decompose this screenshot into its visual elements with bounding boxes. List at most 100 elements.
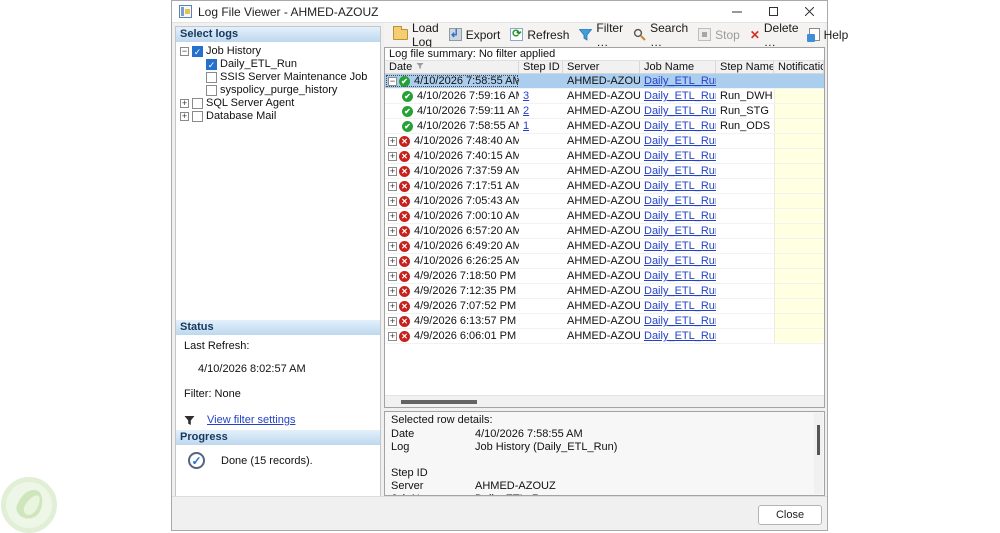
table-row[interactable]: + ✕ 4/9/2026 7:12:35 PM AHMED-AZOUZ Daily_ET… bbox=[385, 284, 824, 299]
job-name-link[interactable]: Daily_ETL_Run bbox=[644, 75, 716, 87]
expand-row-icon[interactable]: + bbox=[388, 196, 397, 206]
expand-icon[interactable]: + bbox=[180, 111, 189, 121]
table-row[interactable]: + ✕ 4/10/2026 6:49:20 AM AHMED-AZOUZ Daily_E… bbox=[385, 239, 824, 254]
close-button[interactable]: Close bbox=[758, 505, 822, 525]
date-cell[interactable]: + ✕ 4/10/2026 7:00:10 AM bbox=[385, 209, 519, 223]
table-row[interactable]: ✔ 4/10/2026 7:58:55 AM 1 AHMED-AZOUZ Daily_E… bbox=[385, 119, 824, 134]
tree-item-job-history[interactable]: − ✓ Job History bbox=[178, 45, 380, 57]
tree-item-database-mail[interactable]: + Database Mail bbox=[178, 110, 380, 122]
expand-row-icon[interactable]: + bbox=[388, 331, 397, 341]
job-name-link[interactable]: Daily_ETL_Run bbox=[644, 120, 716, 132]
date-cell[interactable]: + ✕ 4/9/2026 6:06:01 PM bbox=[385, 329, 519, 343]
table-row[interactable]: + ✕ 4/10/2026 7:17:51 AM AHMED-AZOUZ Daily_E… bbox=[385, 179, 824, 194]
date-cell[interactable]: + ✕ 4/10/2026 6:26:25 AM bbox=[385, 254, 519, 268]
job-name-link[interactable]: Daily_ETL_Run bbox=[644, 270, 716, 282]
column-header-step-name[interactable]: Step Name bbox=[716, 61, 774, 73]
checkbox[interactable]: ✓ bbox=[206, 58, 217, 70]
table-row[interactable]: + ✕ 4/9/2026 7:07:52 PM AHMED-AZOUZ Daily_ET… bbox=[385, 299, 824, 314]
view-filter-settings-link[interactable]: View filter settings bbox=[207, 414, 295, 426]
expand-row-icon[interactable]: + bbox=[388, 241, 397, 251]
checkbox[interactable] bbox=[206, 71, 217, 83]
date-cell[interactable]: − ✔ 4/10/2026 7:58:55 AM bbox=[385, 74, 519, 88]
filter-button[interactable]: Filter … bbox=[574, 19, 628, 51]
job-name-link[interactable]: Daily_ETL_Run bbox=[644, 150, 716, 162]
job-name-link[interactable]: Daily_ETL_Run bbox=[644, 225, 716, 237]
job-name-link[interactable]: Daily_ETL_Run bbox=[644, 105, 716, 117]
step-id-link[interactable]: 2 bbox=[523, 105, 529, 117]
date-cell[interactable]: + ✕ 4/10/2026 6:57:20 AM bbox=[385, 224, 519, 238]
column-header-notifications[interactable]: Notifications bbox=[774, 61, 824, 73]
delete-button[interactable]: ✕ Delete … bbox=[745, 19, 804, 51]
horizontal-scrollbar[interactable] bbox=[385, 395, 824, 407]
column-header-step-id[interactable]: Step ID bbox=[519, 61, 563, 73]
date-cell[interactable]: + ✕ 4/9/2026 7:07:52 PM bbox=[385, 299, 519, 313]
job-name-link[interactable]: Daily_ETL_Run bbox=[644, 195, 716, 207]
date-cell[interactable]: + ✕ 4/9/2026 6:13:57 PM bbox=[385, 314, 519, 328]
table-row[interactable]: + ✕ 4/10/2026 6:26:25 AM AHMED-AZOUZ Daily_E… bbox=[385, 254, 824, 269]
expand-icon[interactable]: + bbox=[180, 98, 189, 108]
table-row[interactable]: − ✔ 4/10/2026 7:58:55 AM AHMED-AZOUZ Daily_E… bbox=[385, 74, 824, 89]
expand-row-icon[interactable]: + bbox=[388, 316, 397, 326]
checkbox[interactable] bbox=[192, 97, 203, 109]
collapse-icon[interactable]: − bbox=[180, 46, 189, 56]
column-header-server[interactable]: Server bbox=[563, 61, 640, 73]
date-cell[interactable]: ✔ 4/10/2026 7:59:11 AM bbox=[385, 104, 519, 118]
date-cell[interactable]: ✔ 4/10/2026 7:59:16 AM bbox=[385, 89, 519, 103]
job-name-link[interactable]: Daily_ETL_Run bbox=[644, 285, 716, 297]
job-name-link[interactable]: Daily_ETL_Run bbox=[644, 210, 716, 222]
step-id-link[interactable]: 3 bbox=[523, 90, 529, 102]
checkbox[interactable] bbox=[192, 110, 203, 122]
tree-item-sql-server-agent[interactable]: + SQL Server Agent bbox=[178, 97, 380, 109]
table-row[interactable]: + ✕ 4/10/2026 7:40:15 AM AHMED-AZOUZ Daily_E… bbox=[385, 149, 824, 164]
job-name-link[interactable]: Daily_ETL_Run bbox=[644, 315, 716, 327]
tree-item-syspolicy-purge-history[interactable]: syspolicy_purge_history bbox=[178, 84, 380, 96]
expand-row-icon[interactable]: + bbox=[388, 301, 397, 311]
table-row[interactable]: ✔ 4/10/2026 7:59:11 AM 2 AHMED-AZOUZ Daily_E… bbox=[385, 104, 824, 119]
date-cell[interactable]: + ✕ 4/10/2026 6:49:20 AM bbox=[385, 239, 519, 253]
horizontal-scrollbar-thumb[interactable] bbox=[401, 400, 477, 404]
job-name-link[interactable]: Daily_ETL_Run bbox=[644, 300, 716, 312]
refresh-button[interactable]: ⟳ Refresh bbox=[505, 26, 574, 44]
tree-item-ssis-server-maintenance-job[interactable]: SSIS Server Maintenance Job bbox=[178, 71, 380, 83]
search-button[interactable]: Search … bbox=[628, 19, 693, 51]
job-name-link[interactable]: Daily_ETL_Run bbox=[644, 135, 716, 147]
table-row[interactable]: + ✕ 4/9/2026 6:06:01 PM AHMED-AZOUZ Daily_ET… bbox=[385, 329, 824, 344]
table-row[interactable]: + ✕ 4/10/2026 7:37:59 AM AHMED-AZOUZ Daily_E… bbox=[385, 164, 824, 179]
details-vertical-scrollbar[interactable] bbox=[814, 413, 823, 494]
expand-row-icon[interactable]: + bbox=[388, 211, 397, 221]
checkbox[interactable]: ✓ bbox=[192, 45, 203, 57]
expand-row-icon[interactable]: + bbox=[388, 166, 397, 176]
step-id-link[interactable]: 1 bbox=[523, 120, 529, 132]
job-name-link[interactable]: Daily_ETL_Run bbox=[644, 165, 716, 177]
table-row[interactable]: + ✕ 4/10/2026 6:57:20 AM AHMED-AZOUZ Daily_E… bbox=[385, 224, 824, 239]
collapse-row-icon[interactable]: − bbox=[388, 76, 397, 86]
table-row[interactable]: + ✕ 4/10/2026 7:48:40 AM AHMED-AZOUZ Daily_E… bbox=[385, 134, 824, 149]
tree-item-daily-etl-run[interactable]: ✓ Daily_ETL_Run bbox=[178, 58, 380, 70]
date-cell[interactable]: + ✕ 4/10/2026 7:37:59 AM bbox=[385, 164, 519, 178]
column-header-date[interactable]: Date bbox=[385, 61, 519, 73]
job-name-link[interactable]: Daily_ETL_Run bbox=[644, 180, 716, 192]
expand-row-icon[interactable]: + bbox=[388, 286, 397, 296]
table-row[interactable]: + ✕ 4/9/2026 7:18:50 PM AHMED-AZOUZ Daily_ET… bbox=[385, 269, 824, 284]
expand-row-icon[interactable]: + bbox=[388, 181, 397, 191]
date-cell[interactable]: + ✕ 4/10/2026 7:40:15 AM bbox=[385, 149, 519, 163]
date-cell[interactable]: + ✕ 4/10/2026 7:05:43 AM bbox=[385, 194, 519, 208]
date-cell[interactable]: ✔ 4/10/2026 7:58:55 AM bbox=[385, 119, 519, 133]
table-row[interactable]: + ✕ 4/9/2026 6:13:57 PM AHMED-AZOUZ Daily_ET… bbox=[385, 314, 824, 329]
checkbox[interactable] bbox=[206, 84, 217, 96]
details-scrollbar-thumb[interactable] bbox=[817, 425, 820, 455]
expand-row-icon[interactable]: + bbox=[388, 226, 397, 236]
expand-row-icon[interactable]: + bbox=[388, 136, 397, 146]
date-cell[interactable]: + ✕ 4/9/2026 7:18:50 PM bbox=[385, 269, 519, 283]
table-row[interactable]: + ✕ 4/10/2026 7:00:10 AM AHMED-AZOUZ Daily_E… bbox=[385, 209, 824, 224]
date-cell[interactable]: + ✕ 4/10/2026 7:17:51 AM bbox=[385, 179, 519, 193]
table-row[interactable]: ✔ 4/10/2026 7:59:16 AM 3 AHMED-AZOUZ Daily_E… bbox=[385, 89, 824, 104]
job-name-link[interactable]: Daily_ETL_Run bbox=[644, 240, 716, 252]
export-button[interactable]: Export bbox=[444, 26, 506, 44]
job-name-link[interactable]: Daily_ETL_Run bbox=[644, 90, 716, 102]
table-row[interactable]: + ✕ 4/10/2026 7:05:43 AM AHMED-AZOUZ Daily_E… bbox=[385, 194, 824, 209]
expand-row-icon[interactable]: + bbox=[388, 256, 397, 266]
job-name-link[interactable]: Daily_ETL_Run bbox=[644, 255, 716, 267]
date-cell[interactable]: + ✕ 4/10/2026 7:48:40 AM bbox=[385, 134, 519, 148]
column-header-job-name[interactable]: Job Name bbox=[640, 61, 716, 73]
